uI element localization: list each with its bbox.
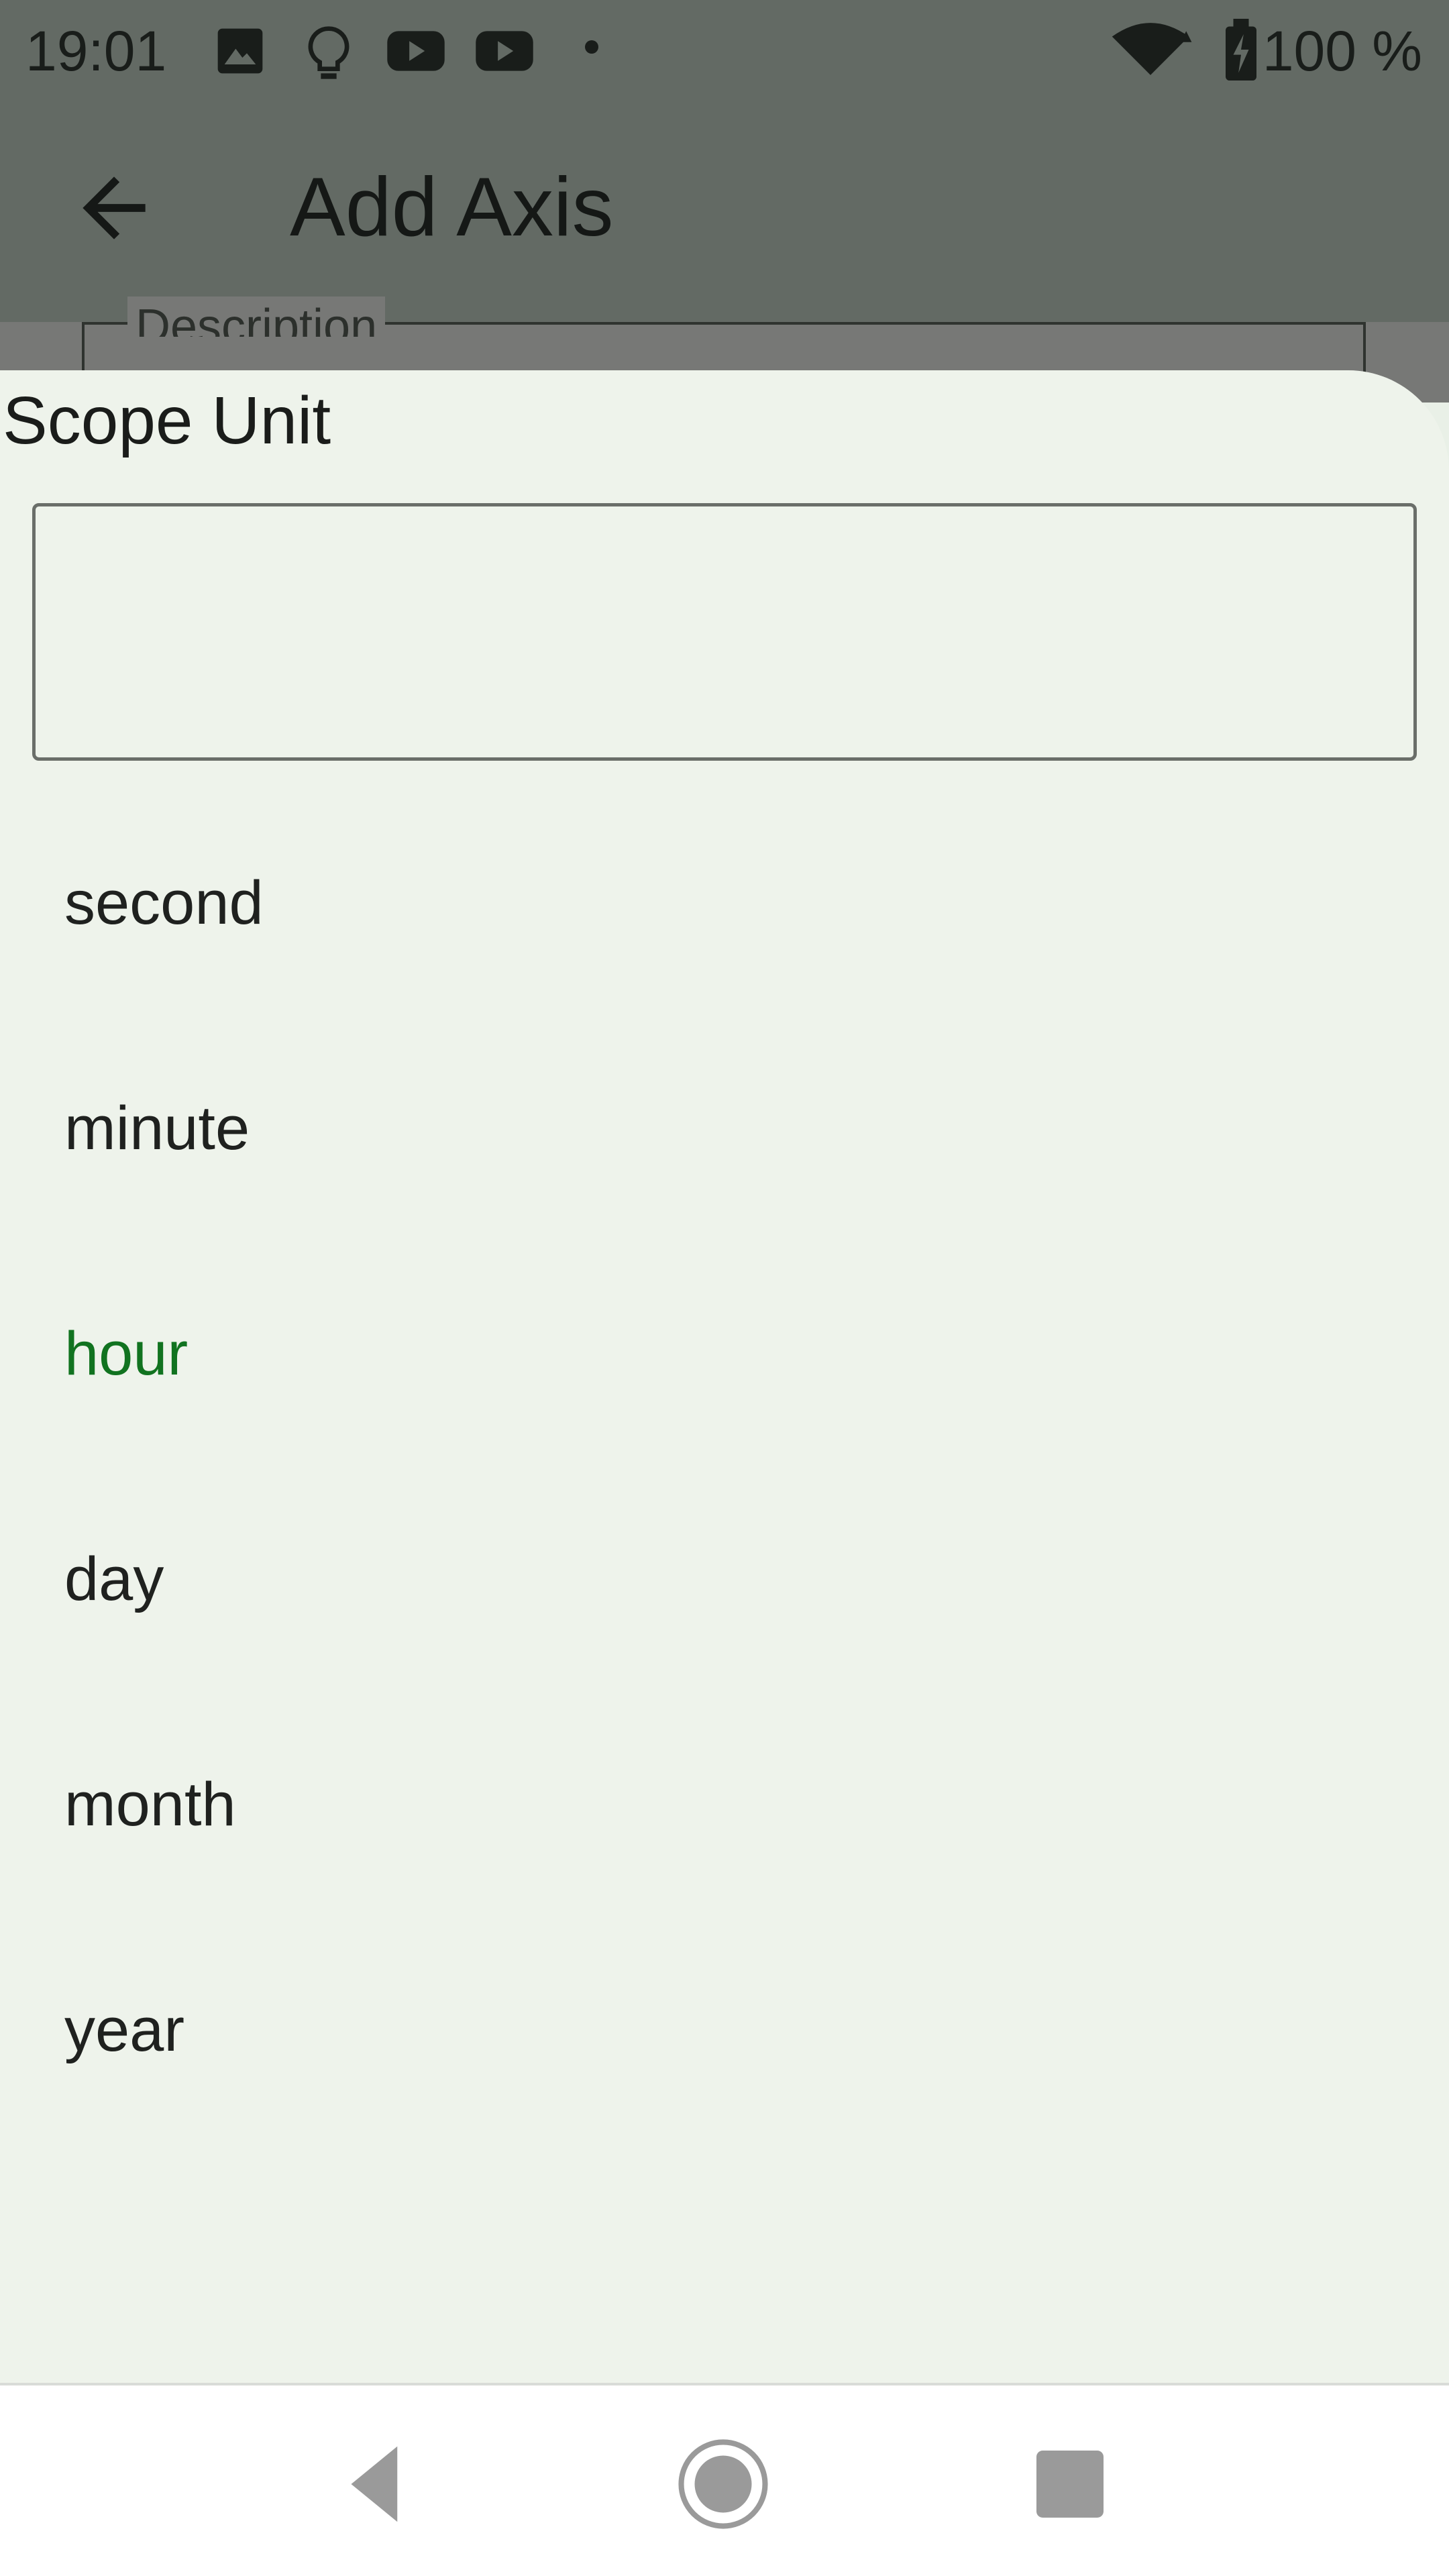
- option-day[interactable]: day: [0, 1466, 1449, 1692]
- status-time: 19:01: [25, 19, 167, 83]
- arrow-left-icon: [67, 176, 161, 258]
- recents-square-icon: [1020, 2451, 1120, 2537]
- nav-recents-button[interactable]: [1020, 2434, 1120, 2534]
- description-label: Description: [127, 297, 386, 337]
- nav-home-button[interactable]: [673, 2434, 773, 2534]
- scope-unit-sheet: Scope Unit second minute hour day month …: [0, 370, 1449, 2383]
- nav-back-button[interactable]: [326, 2434, 427, 2534]
- option-minute[interactable]: minute: [0, 1016, 1449, 1241]
- navigation-bar: [0, 2383, 1449, 2576]
- wifi-icon: [1107, 20, 1194, 84]
- status-bar: 19:01 100 %: [0, 0, 1449, 101]
- lightbulb-icon: [302, 24, 356, 88]
- option-second[interactable]: second: [0, 790, 1449, 1016]
- home-circle-icon: [673, 2439, 773, 2537]
- app-bar: Add Axis: [0, 101, 1449, 322]
- search-input[interactable]: [32, 503, 1417, 761]
- option-month[interactable]: month: [0, 1692, 1449, 1917]
- battery-charging-icon: [1222, 19, 1260, 84]
- back-triangle-icon: [326, 2446, 427, 2537]
- dot-icon: [584, 39, 600, 58]
- sheet-title: Scope Unit: [3, 383, 331, 458]
- image-icon: [213, 24, 267, 81]
- option-hour[interactable]: hour: [0, 1241, 1449, 1466]
- youtube-icon: [474, 24, 535, 81]
- back-button[interactable]: [67, 161, 161, 255]
- page-title: Add Axis: [290, 161, 614, 254]
- battery-percent: 100 %: [1262, 19, 1422, 83]
- youtube-icon: [385, 24, 447, 81]
- option-year[interactable]: year: [0, 1917, 1449, 2143]
